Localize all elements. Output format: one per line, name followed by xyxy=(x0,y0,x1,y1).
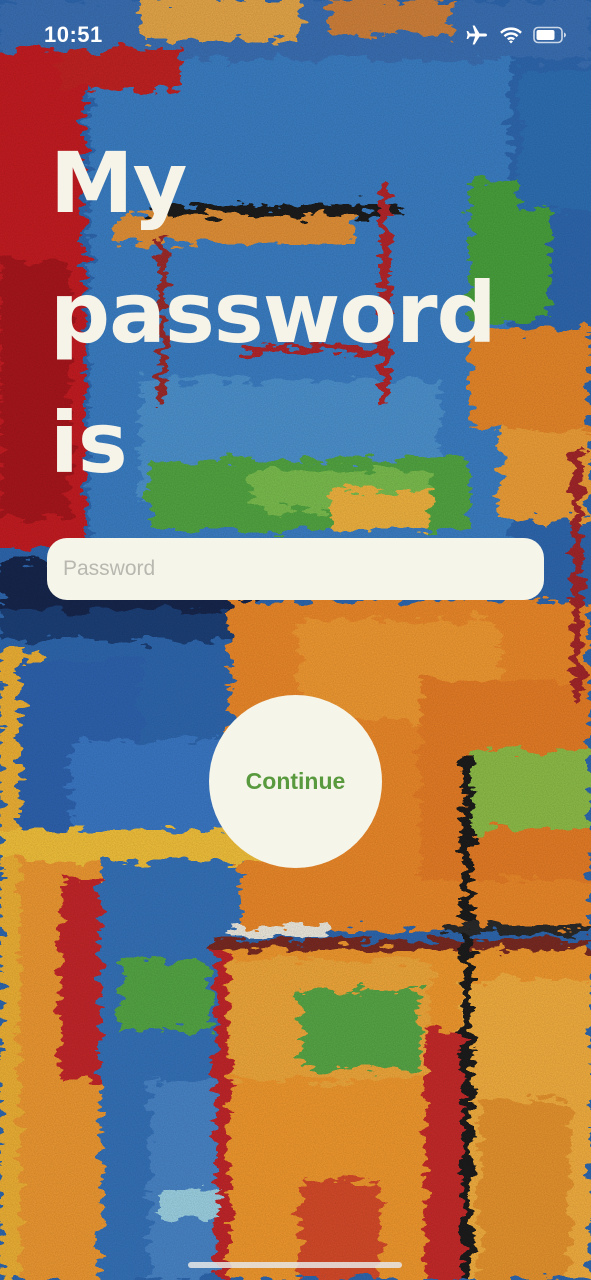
continue-button[interactable]: Continue xyxy=(209,695,382,868)
airplane-mode-icon xyxy=(465,24,489,51)
page-title: My password is xyxy=(50,134,497,492)
status-icons xyxy=(465,24,567,51)
status-bar: 10:51 xyxy=(0,0,591,70)
home-indicator[interactable] xyxy=(188,1262,402,1268)
battery-icon xyxy=(533,26,567,49)
status-time: 10:51 xyxy=(44,22,103,47)
password-input[interactable] xyxy=(47,538,544,600)
app-screen: 10:51 My password is Continue xyxy=(0,0,591,1280)
wifi-icon xyxy=(499,26,523,49)
